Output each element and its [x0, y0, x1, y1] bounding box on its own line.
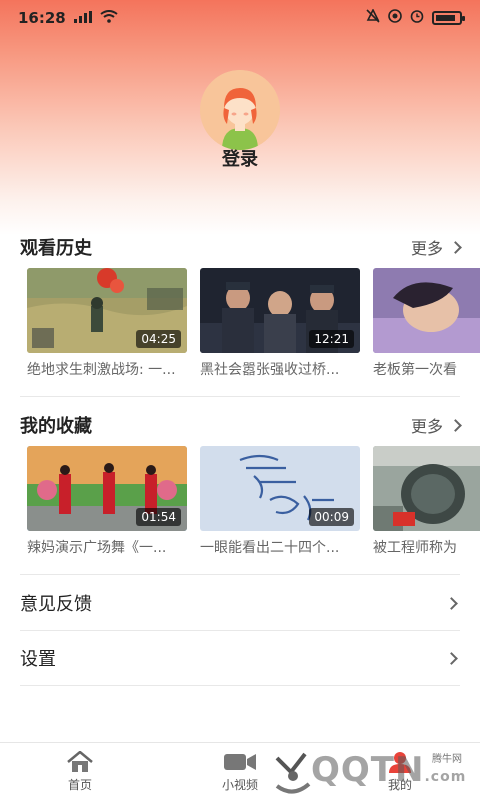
video-thumbnail: 12:21 [200, 268, 360, 353]
nav-home[interactable]: 首页 [0, 743, 160, 800]
history-title: 观看历史 [20, 238, 92, 259]
video-duration: 01:54 [136, 508, 181, 526]
video-title: 被工程师称为 [373, 540, 457, 556]
video-camera-icon [223, 751, 257, 773]
video-title: 黑社会嚣张强收过桥... [200, 362, 340, 378]
divider [20, 685, 460, 686]
login-label[interactable]: 登录 [0, 145, 480, 171]
video-title: 老板第一次看 [373, 362, 457, 378]
history-more-label: 更多 [410, 239, 443, 258]
video-thumbnail: 01:54 [27, 446, 187, 531]
record-icon [388, 9, 402, 27]
history-card[interactable]: 老板第一次看 [373, 268, 480, 379]
favorites-list: 01:54 辣妈演示广场舞《一... 00:09 一眼能看出二十四个... 被工… [27, 446, 480, 566]
signal-icon [73, 9, 92, 27]
wifi-icon [100, 9, 118, 27]
feedback-label: 意见反馈 [20, 594, 92, 615]
favorites-title: 我的收藏 [20, 416, 92, 437]
video-duration: 12:21 [309, 330, 354, 348]
video-thumbnail [373, 446, 480, 531]
alarm-muted-icon [366, 8, 380, 27]
nav-short-video-label: 小视频 [221, 778, 258, 792]
favorites-card[interactable]: 00:09 一眼能看出二十四个... [200, 446, 360, 557]
divider [20, 630, 460, 631]
video-duration: 04:25 [136, 330, 181, 348]
video-thumbnail: 04:25 [27, 268, 187, 353]
favorites-more-button[interactable]: 更多 [410, 413, 462, 437]
history-card[interactable]: 04:25 绝地求生刺激战场: 一... [27, 268, 187, 379]
nav-home-label: 首页 [67, 778, 92, 792]
video-title: 一眼能看出二十四个... [200, 540, 340, 556]
watermark-small-text: 腾牛网 [432, 754, 462, 765]
status-bar: 16:28 [0, 0, 480, 36]
settings-row[interactable]: 设置 [20, 638, 460, 678]
clock-icon [410, 9, 424, 27]
watermark-logo-icon [271, 748, 315, 800]
chevron-right-icon [449, 240, 462, 254]
home-icon [66, 751, 94, 773]
video-thumbnail [373, 268, 480, 353]
favorites-section-header: 我的收藏 更多 [20, 410, 462, 440]
video-thumbnail: 00:09 [200, 446, 360, 531]
settings-label: 设置 [20, 649, 56, 670]
chevron-right-icon [449, 418, 462, 432]
favorites-card[interactable]: 01:54 辣妈演示广场舞《一... [27, 446, 187, 557]
chevron-right-icon [445, 651, 458, 665]
user-avatar-icon[interactable] [200, 70, 280, 150]
favorites-card[interactable]: 被工程师称为 [373, 446, 480, 557]
video-title: 辣妈演示广场舞《一... [27, 540, 167, 556]
video-title: 绝地求生刺激战场: 一... [27, 362, 176, 378]
video-duration: 00:09 [309, 508, 354, 526]
history-section-header: 观看历史 更多 [20, 232, 462, 262]
chevron-right-icon [445, 596, 458, 610]
history-card[interactable]: 12:21 黑社会嚣张强收过桥... [200, 268, 360, 379]
divider [20, 574, 460, 575]
favorites-more-label: 更多 [410, 417, 443, 436]
history-more-button[interactable]: 更多 [410, 235, 462, 259]
battery-icon [432, 11, 465, 25]
status-time: 16:28 [18, 9, 66, 27]
history-list: 04:25 绝地求生刺激战场: 一... 12:21 黑社会嚣张强收过桥... [27, 268, 480, 388]
watermark: QQTN.com 腾牛网 [271, 748, 466, 798]
feedback-row[interactable]: 意见反馈 [20, 583, 460, 623]
divider [20, 396, 460, 397]
